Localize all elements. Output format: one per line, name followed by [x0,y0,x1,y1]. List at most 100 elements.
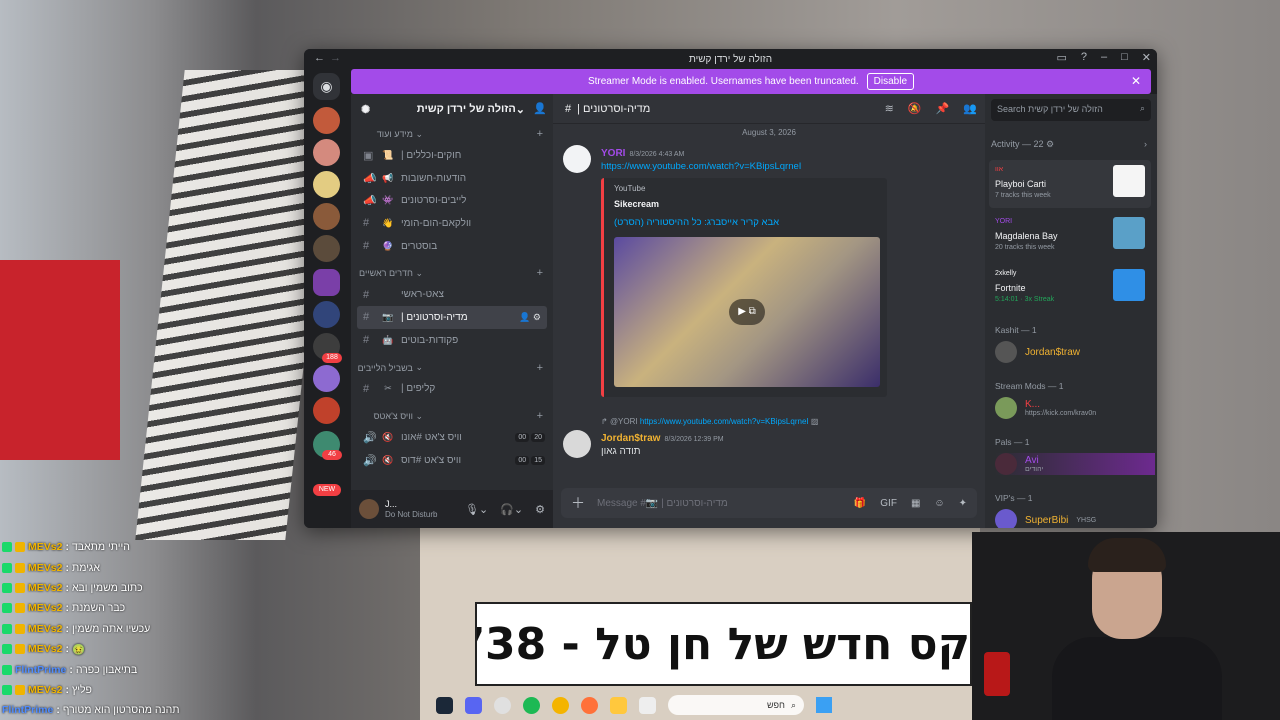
member-list-icon[interactable]: 👥 [963,102,977,115]
member-item[interactable]: SuperBibi YHSG [995,509,1096,528]
message-composer[interactable]: ＋ Message #📷 | מדיה-וסרטונים 🎁 GIF ▦ ☺ ✦ [561,488,977,518]
server-icon-8[interactable] [313,365,340,392]
avatar[interactable] [563,145,591,173]
chrome-icon[interactable] [552,696,569,714]
message-author[interactable]: Jordan$traw [601,433,660,444]
emoji-icon[interactable]: ☺ [934,498,944,509]
apps-icon[interactable]: ✦ [959,498,967,509]
category-lives[interactable]: בשביל הלייבים ⌄ + [351,358,553,378]
message-link[interactable]: https://www.youtube.com/watch?v=KBipsLqr… [601,161,985,172]
taskbar-search[interactable]: חפש ⌕ [668,695,804,715]
channel-name: לייבים-וסרטונים [401,195,467,207]
pin-icon[interactable]: 📌 [936,102,950,115]
help-icon[interactable]: ? [1081,51,1087,64]
channel-bot-commands[interactable]: # 🤖 פקודות-בוטים [351,329,553,352]
activity-subtitle: 7 tracks this week [995,192,1051,199]
user-settings-icon[interactable]: ⚙ [535,503,545,516]
folder-icon[interactable] [313,269,340,296]
firefox-icon[interactable] [581,696,598,714]
threads-icon[interactable]: ≋ [885,102,894,115]
channel-media[interactable]: # 📷 | מדיה-וסרטונים 👤 ⚙ [357,306,547,329]
sticker-icon[interactable]: ▦ [911,498,920,509]
add-channel-icon[interactable]: + [537,128,543,140]
channel-welcome[interactable]: # 👋 וולקאם-הום-הומי [351,212,553,235]
channel-clips[interactable]: # ✂ | קליפים [351,378,553,401]
voice-channel-1[interactable]: 🔊 🔇 וויס צ'אט #אונו 00 20 [351,426,553,449]
message-input[interactable]: Message #📷 | מדיה-וסרטונים [597,498,728,509]
forward-arrow-icon[interactable]: → [330,52,341,64]
activity-card[interactable]: אוו Playboi Carti 7 tracks this week [989,160,1151,208]
server-icon-5[interactable] [313,235,340,262]
search-input[interactable]: Search הזולה של ירדן קשית ⌕ [991,99,1151,121]
add-channel-icon[interactable]: + [537,267,543,279]
gif-icon[interactable]: GIF [880,498,897,509]
discord-icon[interactable] [465,696,482,714]
obs-icon[interactable] [494,696,511,714]
category-voice[interactable]: וויס צ'אטס ⌄ + [351,406,553,426]
invite-icon[interactable]: 👤 [533,102,547,115]
maximize-icon[interactable]: □ [1121,51,1128,64]
spotify-icon[interactable] [523,696,540,714]
server-rail: ◉ 188 46 NEW [304,69,351,528]
avatar[interactable] [359,499,379,519]
channel-settings-icon[interactable]: 👤 ⚙ [519,312,541,323]
flag-red [0,260,120,460]
server-icon-9[interactable] [313,397,340,424]
server-icon-2[interactable] [313,139,340,166]
titlebar: ← → הזולה של ירדן קשית ▭ ? – □ ✕ [304,49,1157,69]
back-arrow-icon[interactable]: ← [314,52,325,64]
server-icon-3[interactable] [313,171,340,198]
member-item[interactable]: K... https://kick.com/krav0n [995,397,1096,419]
add-channel-icon[interactable]: + [537,362,543,374]
category-info[interactable]: מידע ועוד ⌄ + [351,124,553,144]
chat-line: MEVs2 : הייתי מתאבד [2,537,412,557]
minimize-icon[interactable]: – [1101,51,1107,64]
close-window-icon[interactable]: ✕ [1142,51,1151,64]
discord-home-icon[interactable]: ◉ [313,73,340,100]
server-header[interactable]: ✺ הזולה של ירדן קשית ⌄ 👤 [351,94,553,124]
microphone [984,652,1010,696]
member-item[interactable]: Avi יהודים [995,453,1155,475]
discord-window: ← → הזולה של ירדן קשית ▭ ? – □ ✕ ◉ 188 4… [304,49,1157,528]
steam-icon[interactable] [436,696,453,714]
chat-user: MEVs2 [28,683,63,696]
server-icon-4[interactable] [313,203,340,230]
channel-announcements[interactable]: 📣 📢 הודעות-חשובות [351,167,553,190]
close-banner-icon[interactable]: ✕ [1131,74,1141,88]
category-main[interactable]: חדרים ראשיים ⌄ + [351,263,553,283]
channel-boosters[interactable]: # 🔮 בוסטרים [351,235,553,258]
play-icon[interactable]: ▶ ⧉ [729,299,765,325]
microphone-icon[interactable]: 🎙⌄ [465,503,488,516]
folder-icon[interactable] [610,696,627,714]
reply-preview[interactable]: ↱ @YORI https://www.youtube.com/watch?v=… [553,417,985,426]
video-thumbnail[interactable]: ▶ ⧉ [614,237,880,387]
channel-lives[interactable]: 📣 👾 לייבים-וסרטונים [351,189,553,212]
channel-rules[interactable]: ▣ 📜 | חוקים-וכללים [351,144,553,167]
server-settings-icon[interactable]: ✺ [361,103,370,116]
add-channel-icon[interactable]: + [537,410,543,422]
gift-icon[interactable]: 🎁 [854,498,866,509]
activity-card[interactable]: 2xkelly Fortnite 5:14:01 · 3x Streak [989,264,1151,312]
reply-link[interactable]: https://www.youtube.com/watch?v=KBipsLqr… [640,417,809,426]
add-attachment-icon[interactable]: ＋ [571,493,585,513]
activity-card[interactable]: YORI Magdalena Bay 20 tracks this week [989,212,1151,260]
message-author[interactable]: YORI [601,148,625,159]
headphones-icon[interactable]: 🎧⌄ [500,503,523,516]
disable-button[interactable]: Disable [866,73,915,90]
chat-line: MEVs2 : פליץ [2,680,412,700]
embed-title[interactable]: אבא קריר אייסברג: כל ההיסטוריה (הסרט) [614,217,877,228]
chevron-right-icon[interactable]: › [1144,139,1147,149]
windows-start-icon[interactable] [816,697,832,713]
notification-bell-icon[interactable]: 🔕 [908,102,922,115]
server-icon-1[interactable] [313,107,340,134]
app-icon[interactable] [639,696,656,714]
message: YORI 8/3/2026 4:43 AM https://www.youtube… [553,143,985,397]
member-item[interactable]: Jordan$traw [995,341,1080,363]
channel-main-chat[interactable]: # צאט-ראשי [351,283,553,306]
voice-channel-2[interactable]: 🔊 🔇 וויס צ'אט #דוס 00 15 [351,449,553,472]
embed-author[interactable]: Sikecream [614,199,877,209]
activity-header[interactable]: Activity — 22 ⚙ › [991,139,1151,150]
inbox-icon[interactable]: ▭ [1056,51,1066,64]
avatar[interactable] [563,430,591,458]
server-icon-6[interactable] [313,301,340,328]
